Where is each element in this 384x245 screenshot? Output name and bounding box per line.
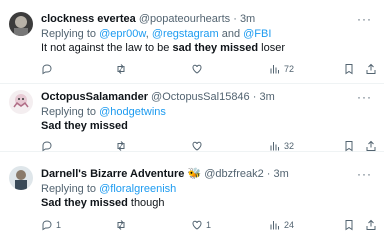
share-button[interactable]: [365, 139, 377, 153]
replying-to: Replying to @floralgreenish: [41, 183, 177, 195]
tweet-text: It not against the law to be sad they mi…: [41, 42, 285, 54]
bookmark-button[interactable]: [343, 62, 355, 76]
bee-badge-icon: 🐝: [187, 168, 202, 180]
action-bar: 72: [41, 62, 377, 76]
views-count: 24: [284, 220, 295, 230]
highlight-text: sad they missed: [172, 42, 259, 54]
mention-link[interactable]: @floralgreenish: [99, 183, 176, 195]
like-icon: [192, 220, 202, 230]
bookmark-button[interactable]: [343, 218, 355, 232]
tweet-header: Darnell's Bizarre Adventure 🐝 @dbzfreak2…: [41, 167, 289, 181]
replying-to: Replying to @epr00w, @regstagram and @FB…: [41, 28, 272, 40]
share-button[interactable]: [365, 62, 377, 76]
share-icon: [366, 140, 376, 151]
views-count: 72: [284, 64, 295, 74]
mention-link[interactable]: @regstagram: [152, 28, 219, 40]
retweet-button[interactable]: [115, 139, 130, 153]
reply-button[interactable]: [41, 62, 56, 76]
share-button[interactable]: [365, 218, 377, 232]
tweet-header: OctopusSalamander @OctopusSal15846 · 3m: [41, 90, 275, 104]
mention-link[interactable]: @FBI: [243, 28, 271, 40]
retweet-icon: [117, 64, 125, 74]
tweet-text: Sad they missed though: [41, 197, 165, 209]
more-icon[interactable]: ···: [357, 13, 372, 25]
handle[interactable]: @dbzfreak2: [204, 168, 263, 180]
action-bar: 1 1 24: [41, 218, 377, 232]
separator-dot: ·: [249, 91, 260, 103]
like-button[interactable]: [191, 62, 206, 76]
tweet-header: clockness evertea @popateourhearts · 3m: [41, 12, 255, 26]
timestamp[interactable]: 3m: [274, 168, 289, 180]
like-icon: [192, 141, 202, 151]
reply-icon: [42, 141, 52, 152]
views-icon: [270, 221, 279, 230]
avatar[interactable]: [9, 166, 33, 190]
bookmark-icon: [345, 64, 353, 75]
views-icon: [270, 65, 279, 74]
like-button[interactable]: [191, 139, 206, 153]
reply-icon: [42, 220, 52, 231]
bookmark-icon: [345, 220, 353, 231]
reply-button[interactable]: [41, 139, 56, 153]
mention-link[interactable]: @epr00w: [99, 28, 146, 40]
bookmark-icon: [345, 141, 353, 152]
views-button[interactable]: 32: [269, 139, 294, 153]
views-icon: [270, 142, 279, 151]
avatar[interactable]: [9, 12, 33, 36]
highlight-text: Sad they missed: [41, 120, 128, 132]
tweet[interactable]: Darnell's Bizarre Adventure 🐝 @dbzfreak2…: [0, 152, 384, 245]
reply-button[interactable]: 1: [41, 218, 61, 232]
views-button[interactable]: 72: [269, 62, 294, 76]
retweet-button[interactable]: [115, 62, 130, 76]
tweet-text: Sad they missed: [41, 119, 128, 133]
avatar[interactable]: [9, 90, 33, 114]
retweet-icon: [117, 141, 125, 151]
retweet-icon: [117, 220, 125, 230]
handle[interactable]: @popateourhearts: [139, 13, 230, 25]
action-bar: 32: [41, 139, 377, 153]
retweet-button[interactable]: [115, 218, 130, 232]
views-button[interactable]: 24: [269, 218, 294, 232]
reply-icon: [42, 64, 52, 75]
bookmark-button[interactable]: [343, 139, 355, 153]
tweet[interactable]: clockness evertea @popateourhearts · 3m …: [0, 0, 384, 84]
more-icon[interactable]: ···: [357, 91, 372, 103]
display-name[interactable]: Darnell's Bizarre Adventure: [41, 168, 184, 180]
timeline-feed: clockness evertea @popateourhearts · 3m …: [0, 0, 384, 245]
views-count: 32: [284, 141, 295, 151]
timestamp[interactable]: 3m: [259, 91, 274, 103]
separator-dot: ·: [230, 13, 240, 25]
display-name[interactable]: OctopusSalamander: [41, 91, 148, 103]
mention-link[interactable]: @hodgetwins: [99, 106, 166, 118]
replying-to: Replying to @hodgetwins: [41, 106, 166, 118]
share-icon: [366, 63, 376, 74]
reply-count: 1: [56, 220, 62, 230]
display-name[interactable]: clockness evertea: [41, 13, 136, 25]
highlight-text: Sad they missed: [41, 197, 128, 209]
share-icon: [366, 219, 376, 230]
timestamp[interactable]: 3m: [240, 13, 255, 25]
more-icon[interactable]: ···: [357, 168, 372, 180]
handle[interactable]: @OctopusSal15846: [151, 91, 250, 103]
tweet[interactable]: OctopusSalamander @OctopusSal15846 · 3m …: [0, 84, 384, 152]
like-count: 1: [206, 220, 212, 230]
like-button[interactable]: 1: [191, 218, 211, 232]
separator-dot: ·: [263, 168, 274, 180]
like-icon: [192, 64, 202, 74]
